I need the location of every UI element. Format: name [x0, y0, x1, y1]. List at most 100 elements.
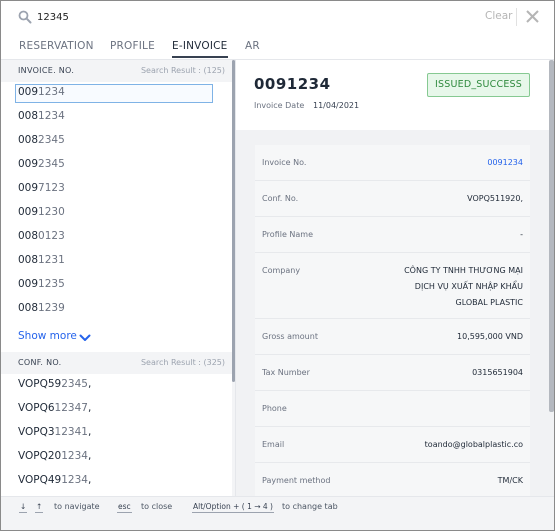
- result-prefix: 009: [18, 158, 39, 170]
- close-icon[interactable]: [525, 9, 540, 24]
- navigate-hint: to navigate: [54, 502, 100, 511]
- search-dialog: Clear RESERVATION PROFILE E-INVOICE AR I…: [0, 0, 555, 531]
- status-badge: ISSUED_SUCCESS: [427, 73, 530, 97]
- keyboard-hints: ↓ ↑ to navigate esc to close Alt/Option …: [1, 496, 554, 530]
- result-match: 7123: [38, 182, 65, 194]
- search-icon: [18, 10, 32, 24]
- result-prefix: 008: [18, 302, 39, 314]
- result-match: 0123: [38, 230, 65, 242]
- clear-button[interactable]: Clear: [485, 10, 512, 22]
- email-value: toando@globalplastic.co: [424, 440, 523, 449]
- result-match: 12341: [54, 426, 88, 438]
- invoice-result-item[interactable]: 0080123: [1, 226, 231, 250]
- invoice-result-item[interactable]: 0091234: [1, 82, 231, 106]
- scrollbar-thumb[interactable]: [549, 60, 554, 412]
- result-match: 1234: [61, 474, 88, 486]
- conf-result-text: VOPQ612347,: [18, 402, 91, 414]
- change-tab-hint: to change tab: [282, 502, 338, 511]
- conf-result-item[interactable]: VOPQ612347,: [1, 398, 231, 422]
- result-count: Search Result : (125): [140, 66, 225, 75]
- company-label: Company: [262, 266, 301, 275]
- result-prefix: VOPQ49: [18, 474, 62, 486]
- result-prefix: 008: [18, 230, 39, 242]
- invoice-result-item[interactable]: 0081231: [1, 250, 231, 274]
- invoice-result-text: 0091230: [18, 206, 65, 218]
- conf-result-item[interactable]: VOPQ312341,: [1, 422, 231, 446]
- invoice-result-text: 0081239: [18, 302, 65, 314]
- result-count: Search Result : (325): [140, 358, 225, 367]
- result-match: 2345: [61, 378, 88, 390]
- invoice-result-item[interactable]: 0092345: [1, 154, 231, 178]
- result-suffix: ,: [87, 378, 92, 390]
- detail-row-company: Company CÔNG TY TNHH THƯƠNG MẠI DỊCH VỤ X…: [255, 253, 530, 319]
- result-prefix: 009: [18, 86, 39, 98]
- conf-result-text: VOPQ491234,: [18, 474, 91, 486]
- invoice-result-item[interactable]: 0097123: [1, 178, 231, 202]
- result-match: 12347: [54, 402, 88, 414]
- payment-method-value: TM/CK: [497, 476, 523, 485]
- tab-reservation[interactable]: RESERVATION: [19, 40, 94, 52]
- result-prefix: 009: [18, 206, 39, 218]
- invoice-result-text: 0092345: [18, 158, 65, 170]
- invoice-result-item[interactable]: 0081234: [1, 106, 231, 130]
- result-match: 1230: [38, 206, 65, 218]
- down-arrow-key: ↓: [19, 502, 28, 513]
- tax-number-label: Tax Number: [262, 368, 310, 377]
- conf-section-header: CONF. NO. Search Result : (325): [1, 352, 233, 374]
- result-match: 1239: [38, 302, 65, 314]
- gross-amount-label: Gross amount: [262, 332, 318, 341]
- profile-name-label: Profile Name: [262, 230, 314, 239]
- invoice-result-item[interactable]: 0091230: [1, 202, 231, 226]
- esc-key: esc: [117, 502, 132, 513]
- result-match: 2345: [38, 158, 65, 170]
- result-prefix: 009: [18, 182, 39, 194]
- invoice-result-text: 0081231: [18, 254, 65, 266]
- conf-result-text: VOPQ201234,: [18, 450, 91, 462]
- result-prefix: 008: [18, 134, 39, 146]
- active-tab-indicator: [172, 56, 228, 58]
- payment-method-label: Payment method: [262, 476, 331, 485]
- result-prefix: 009: [18, 278, 39, 290]
- results-list: INVOICE. NO. Search Result : (125) 00912…: [1, 60, 235, 496]
- company-value: CÔNG TY TNHH THƯƠNG MẠI DỊCH VỤ XUẤT NHẬ…: [404, 266, 523, 307]
- detail-row-gross-amount: Gross amount 10,595,000 VND: [255, 319, 530, 355]
- section-title: CONF. NO.: [18, 358, 62, 367]
- conf-result-item[interactable]: VOPQ592345,: [1, 374, 231, 398]
- invoice-result-text: 0081234: [18, 110, 65, 122]
- conf-no-label: Conf. No.: [262, 194, 299, 203]
- detail-row-payment-method: Payment method TM/CK: [255, 463, 530, 496]
- invoice-result-item[interactable]: 0082345: [1, 130, 231, 154]
- invoice-header: 0091234 Invoice Date 11/04/2021 ISSUED_S…: [236, 60, 554, 130]
- section-title: INVOICE. NO.: [18, 66, 75, 75]
- invoice-no-value[interactable]: 0091234: [487, 155, 523, 170]
- result-match: 1231: [38, 254, 65, 266]
- result-suffix: ,: [87, 402, 92, 414]
- result-match: 1234: [38, 86, 65, 98]
- result-suffix: ,: [87, 474, 92, 486]
- tab-e-invoice[interactable]: E-INVOICE: [172, 40, 228, 52]
- show-more-link[interactable]: Show more: [18, 330, 77, 342]
- result-suffix: ,: [87, 450, 92, 462]
- detail-row-conf-no: Conf. No. VOPQ511920,: [255, 181, 530, 217]
- result-match: 1234: [61, 450, 88, 462]
- invoice-result-item[interactable]: 0081239: [1, 298, 231, 322]
- invoice-result-text: 0082345: [18, 134, 65, 146]
- conf-result-item[interactable]: VOPQ201234,: [1, 446, 231, 470]
- conf-result-text: VOPQ312341,: [18, 426, 91, 438]
- conf-result-item[interactable]: VOPQ491234,: [1, 470, 231, 494]
- result-prefix: VOPQ59: [18, 378, 62, 390]
- search-input[interactable]: [37, 7, 437, 27]
- detail-row-invoice-no: Invoice No. 0091234: [255, 145, 530, 181]
- tab-profile[interactable]: PROFILE: [110, 40, 155, 52]
- tab-ar[interactable]: AR: [245, 40, 260, 52]
- invoice-detail-panel: 0091234 Invoice Date 11/04/2021 ISSUED_S…: [236, 60, 554, 496]
- invoice-result-text: 0097123: [18, 182, 65, 194]
- chevron-down-icon[interactable]: [79, 334, 91, 342]
- result-prefix: VOPQ6: [18, 402, 55, 414]
- invoice-result-item[interactable]: 0091235: [1, 274, 231, 298]
- detail-row-tax-number: Tax Number 0315651904: [255, 355, 530, 391]
- invoice-details-card: Invoice No. 0091234 Conf. No. VOPQ511920, Pr…: [255, 145, 530, 496]
- invoice-date-label: Invoice Date: [254, 101, 305, 110]
- detail-row-profile-name: Profile Name -: [255, 217, 530, 253]
- result-match: 1235: [38, 278, 65, 290]
